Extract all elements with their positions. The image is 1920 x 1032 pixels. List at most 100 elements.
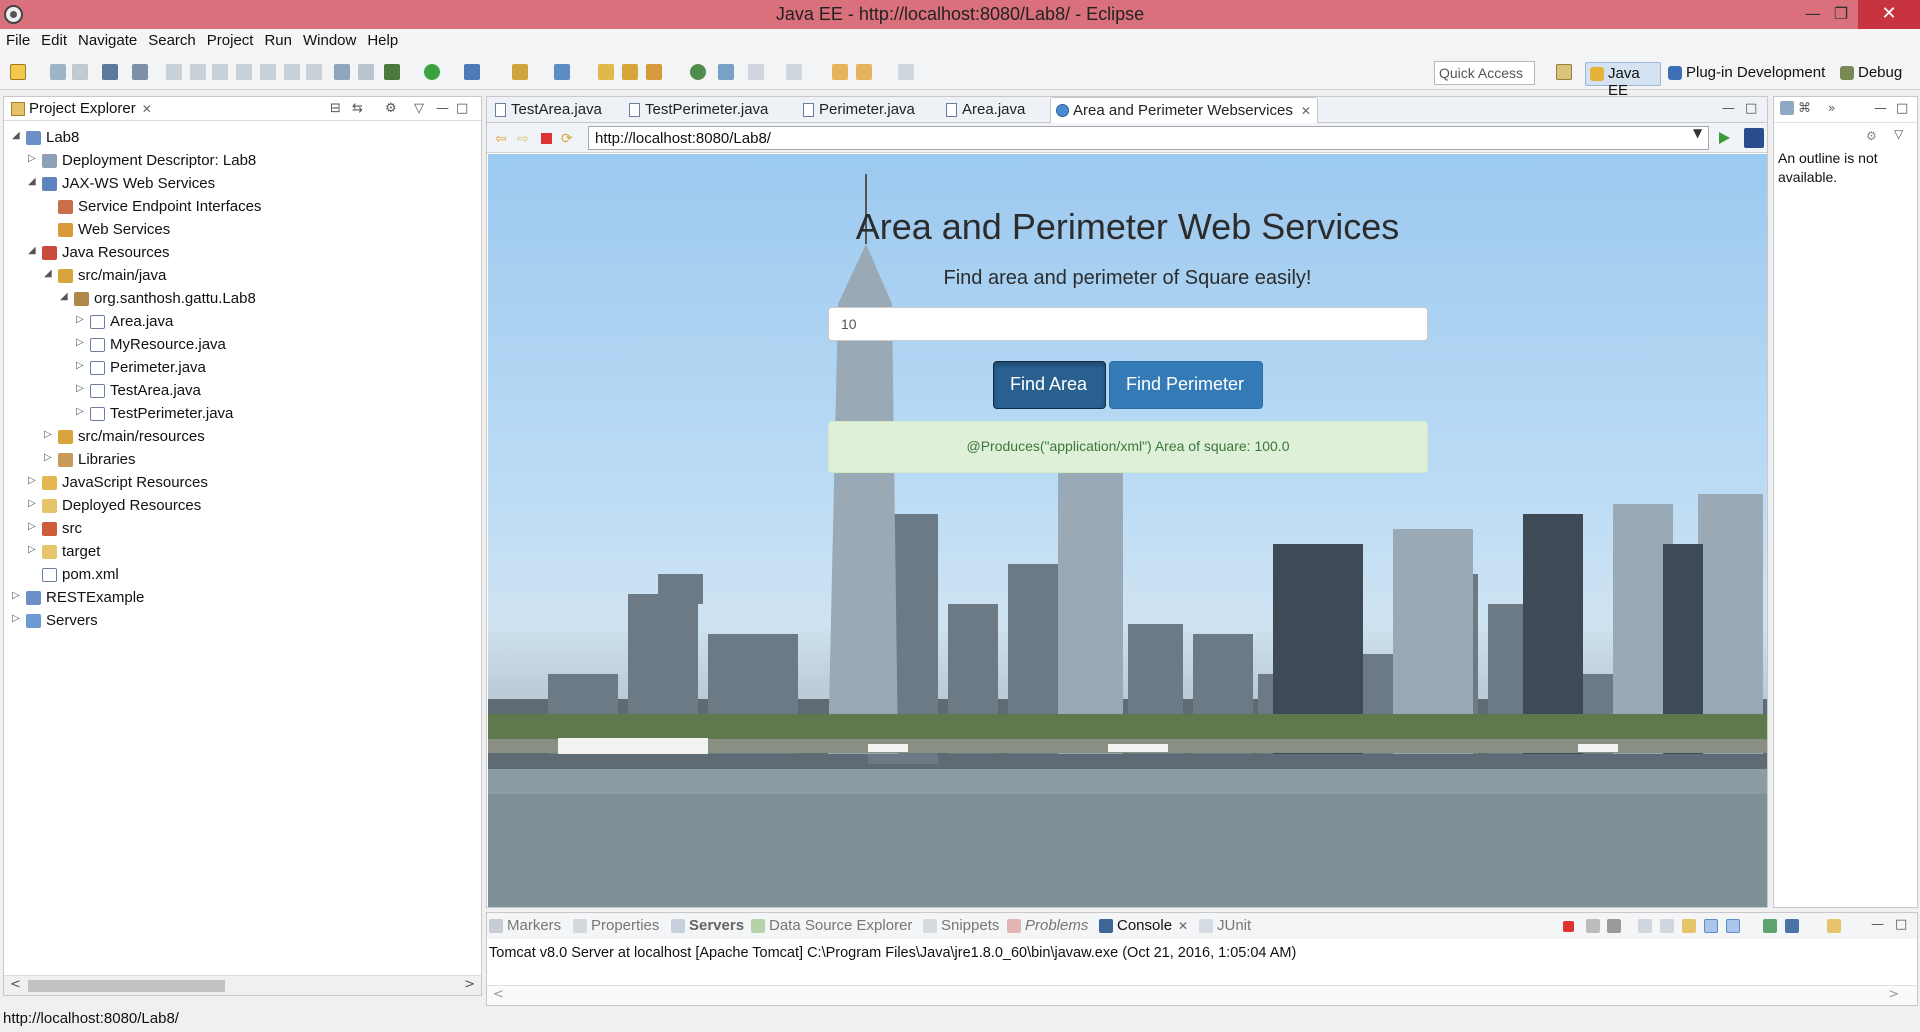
step-over-icon[interactable] (284, 64, 300, 80)
task-list-icon[interactable]: ⌘ (1798, 101, 1811, 116)
close-tab-icon[interactable]: ✕ (142, 102, 152, 116)
horizontal-scrollbar[interactable]: < > (4, 975, 481, 995)
maximize-outline-icon[interactable]: □ (1896, 101, 1908, 116)
display-selected-console-icon[interactable] (1785, 919, 1799, 933)
tree-item[interactable]: ▷ target (4, 541, 481, 564)
menu-run[interactable]: Run (258, 29, 297, 49)
tree-item[interactable]: ◢ Lab8 (4, 127, 481, 150)
perspective-plugin-development[interactable]: Plug-in Development (1664, 62, 1834, 86)
tree-item[interactable]: ▷ Libraries (4, 449, 481, 472)
tree-item[interactable]: pom.xml (4, 564, 481, 587)
scroll-lock-icon[interactable] (1660, 919, 1674, 933)
last-edit-location-icon[interactable] (832, 64, 848, 80)
tree-item[interactable]: ▷ TestArea.java (4, 380, 481, 403)
tree-item[interactable]: ▷ src/main/resources (4, 426, 481, 449)
expand-icon[interactable]: ▷ (76, 314, 86, 325)
menu-help[interactable]: Help (361, 29, 403, 49)
quick-access-input[interactable]: Quick Access (1434, 61, 1535, 85)
collapse-icon[interactable]: ◢ (60, 291, 70, 302)
collapse-icon[interactable]: ◢ (44, 268, 54, 279)
remove-all-launches-icon[interactable] (1607, 919, 1621, 933)
external-tools-icon[interactable] (384, 64, 400, 80)
save-icon[interactable] (50, 64, 66, 80)
open-type-icon[interactable] (598, 64, 614, 80)
tree-item[interactable]: ▷ Deployed Resources (4, 495, 481, 518)
open-external-browser-icon[interactable] (1744, 128, 1764, 148)
view-menu-icon[interactable]: ▽ (414, 101, 424, 116)
tree-item[interactable]: ▷ JavaScript Resources (4, 472, 481, 495)
expand-icon[interactable]: ▷ (44, 429, 54, 440)
tree-item[interactable]: ▷ RESTExample (4, 587, 481, 610)
clear-console-icon[interactable] (1638, 919, 1652, 933)
expand-icon[interactable]: ▷ (76, 383, 86, 394)
menu-edit[interactable]: Edit (35, 29, 72, 49)
maximize-editor-icon[interactable]: □ (1745, 101, 1757, 116)
outline-filter-icon[interactable]: ⚙ (1866, 129, 1877, 143)
tree-item[interactable]: ▷ Deployment Descriptor: Lab8 (4, 150, 481, 173)
scroll-right-icon[interactable]: > (1888, 987, 1899, 1002)
filter-icon[interactable]: ⚙ (385, 101, 397, 116)
collapse-icon[interactable]: ◢ (28, 245, 38, 256)
suspend-icon[interactable] (190, 64, 206, 80)
minimize-editor-icon[interactable]: — (1722, 101, 1735, 116)
tab-area-java[interactable]: Area.java (940, 97, 1031, 123)
perspective-java-ee[interactable]: Java EE (1585, 62, 1661, 99)
open-task-icon[interactable] (622, 64, 638, 80)
show-list-icon[interactable]: » (1828, 101, 1835, 115)
tree-item[interactable]: ▷ TestPerimeter.java (4, 403, 481, 426)
close-tab-icon[interactable]: ✕ (1301, 104, 1311, 118)
tree-item[interactable]: ▷ Servers (4, 610, 481, 633)
tab-servers[interactable]: Servers (671, 917, 744, 934)
next-annotation-icon[interactable] (748, 64, 764, 80)
close-tab-icon[interactable]: ✕ (1178, 919, 1188, 933)
minimize-view-icon[interactable]: — (436, 101, 449, 116)
tree-item[interactable]: ◢ src/main/java (4, 265, 481, 288)
find-perimeter-button[interactable]: Find Perimeter (1109, 361, 1263, 409)
perspective-debug[interactable]: Debug (1836, 62, 1916, 86)
scrollbar-thumb[interactable] (28, 980, 225, 992)
pin-console-icon[interactable] (1763, 919, 1777, 933)
minimize-console-icon[interactable]: — (1871, 917, 1884, 932)
terminal-icon[interactable] (102, 64, 118, 80)
show-on-output-icon[interactable] (1704, 919, 1718, 933)
outline-view-menu-icon[interactable]: ▽ (1894, 127, 1903, 141)
expand-icon[interactable]: ▷ (28, 153, 38, 164)
menu-project[interactable]: Project (201, 29, 259, 49)
show-on-error-icon[interactable] (1726, 919, 1740, 933)
word-wrap-icon[interactable] (1682, 919, 1696, 933)
link-with-editor-icon[interactable]: ⇆ (352, 101, 363, 116)
tab-testperimeter-java[interactable]: TestPerimeter.java (623, 97, 774, 123)
tab-properties[interactable]: Properties (573, 917, 659, 934)
close-button[interactable]: ✕ (1858, 0, 1920, 29)
find-area-button[interactable]: Find Area (993, 361, 1106, 409)
browser-icon[interactable] (690, 64, 706, 80)
tab-junit[interactable]: JUnit (1199, 917, 1251, 934)
new-web-service-icon[interactable] (554, 64, 570, 80)
go-icon[interactable] (1719, 132, 1730, 144)
url-dropdown-icon[interactable]: ▼ (1693, 126, 1702, 140)
menu-search[interactable]: Search (142, 29, 201, 49)
expand-icon[interactable]: ▷ (44, 452, 54, 463)
open-console-icon[interactable] (1827, 919, 1841, 933)
expand-icon[interactable]: ▷ (28, 475, 38, 486)
tab-problems[interactable]: Problems (1007, 917, 1088, 934)
tree-item[interactable]: ◢ Java Resources (4, 242, 481, 265)
tab-perimeter-java[interactable]: Perimeter.java (797, 97, 921, 123)
save-all-icon[interactable] (72, 64, 88, 80)
scroll-left-icon[interactable]: < (493, 987, 504, 1002)
step-return-icon[interactable] (306, 64, 322, 80)
open-perspective-icon[interactable] (1556, 64, 1572, 80)
tab-testarea-java[interactable]: TestArea.java (489, 97, 608, 123)
step-into-icon[interactable] (260, 64, 276, 80)
outline-icon[interactable] (1780, 101, 1794, 115)
console-scrollbar[interactable]: < > (487, 985, 1917, 1005)
refresh-icon[interactable]: ⟳ (561, 131, 576, 147)
use-step-filters-icon[interactable] (358, 64, 374, 80)
expand-icon[interactable]: ▷ (12, 613, 22, 624)
forward-arrow-icon[interactable]: ⇨ (517, 131, 532, 147)
remove-launch-icon[interactable] (1586, 919, 1600, 933)
tree-item[interactable]: ▷ src (4, 518, 481, 541)
minimize-outline-icon[interactable]: — (1874, 101, 1887, 116)
new-server-icon[interactable] (512, 64, 528, 80)
forward-icon[interactable] (898, 64, 914, 80)
